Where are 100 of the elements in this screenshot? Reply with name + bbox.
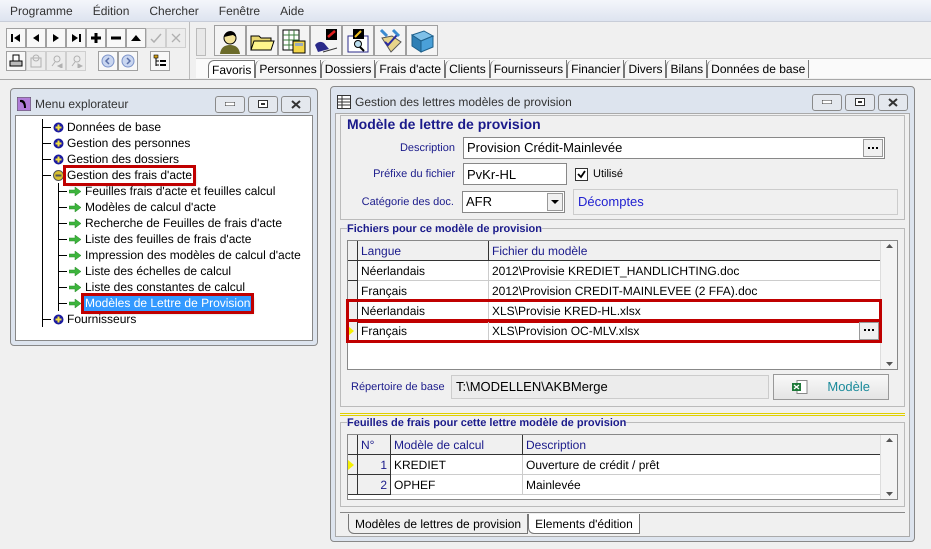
tree-item[interactable]: Gestion des dossiers [66,152,180,166]
group-title: Fichiers pour ce modèle de provision [347,222,542,236]
toolbar-button[interactable] [310,25,342,56]
field-label: Répertoire de base [350,380,446,395]
toolbar-button[interactable] [374,25,406,56]
bottom-tab[interactable]: Modèles de lettres de provision [348,514,528,534]
field-label: Description [398,140,456,156]
checkbox-label: Utilisé [593,166,623,182]
base-directory-field: T:\MODELLEN\AKBMerge [451,375,769,399]
toolbar-button[interactable] [6,28,26,48]
toolbar-button[interactable] [406,25,438,56]
collapse-icon[interactable] [53,170,64,180]
scrollbar[interactable] [880,241,897,369]
menu-item[interactable]: Édition [92,2,130,20]
current-row-icon [348,460,354,470]
maximize-button[interactable] [845,94,875,110]
table-cell-text: XLS\Provision OC-MLV.xlsx [491,322,640,340]
menu-item[interactable]: Fenêtre [218,2,260,20]
menu-item[interactable]: Chercher [149,2,199,20]
table-cell: OPHEF [391,475,523,495]
tree-item[interactable]: Fournisseurs [66,312,138,326]
close-button[interactable] [878,94,908,110]
close-icon [888,98,898,106]
bottom-tab[interactable]: Elements d'édition [528,514,640,534]
close-button[interactable] [281,96,311,112]
module-tab[interactable]: Données de base [707,60,810,78]
menu-item[interactable]: Aide [280,2,304,20]
tree-item[interactable]: Liste des constantes de calcul [84,280,246,294]
module-tab[interactable]: Fournisseurs [490,60,568,78]
toolbar-button[interactable] [46,28,66,48]
toolbar-button[interactable] [126,28,146,48]
maximize-button[interactable] [248,96,278,112]
toolbar-button[interactable] [150,51,170,71]
table-row[interactable]: Français 2012\Provision CREDIT-MAINLEVEE (2 FFA).doc [348,281,880,301]
spreadsheet-icon [792,380,808,394]
module-tab[interactable]: Personnes [255,60,321,78]
expand-icon[interactable] [53,138,64,148]
table-cell: Mainlevée [523,475,880,495]
model-button[interactable]: Modèle [773,374,889,400]
tree-item[interactable]: Données de base [66,120,162,134]
check-icon [149,31,163,45]
module-tab[interactable]: Dossiers [320,60,376,78]
module-tab[interactable]: Financier [567,60,624,78]
field-label: Préfixe du fichier [372,166,456,182]
tree-item[interactable]: Modèles de calcul d'acte [84,200,218,214]
table-row[interactable]: Néerlandais 2012\Provisie KREDIET_HANDLICHTING.doc [348,261,880,281]
module-tab[interactable]: Clients [445,60,490,78]
column-header[interactable]: N° [358,435,391,454]
toolbar-button[interactable] [6,51,26,71]
table-cell: Français [358,281,489,301]
prefix-field[interactable]: PvKr-HL [463,163,567,185]
tree-item[interactable]: Recherche de Feuilles de frais d'acte [84,216,284,230]
toolbar-button[interactable] [106,28,126,48]
ellipsis-button[interactable] [859,322,879,340]
description-field[interactable]: Provision Crédit-Mainlevée [463,137,885,159]
toolbar-button[interactable] [278,25,310,56]
tree-item[interactable]: Liste des feuilles de frais d'acte [84,232,252,246]
column-header[interactable]: Modèle de calcul [391,435,523,454]
tree-item[interactable]: Gestion des personnes [66,136,192,150]
menu-item[interactable]: Programme [10,2,73,20]
ellipsis-button[interactable] [863,139,883,157]
toolbar-scroll-handle[interactable] [196,28,206,56]
column-header[interactable]: Fichier du modèle [489,241,880,260]
annotated-row[interactable]: Français XLS\Provision OC-MLV.xlsx [348,321,880,341]
table-cell: Néerlandais [358,301,489,321]
tree-item[interactable]: Gestion des frais d'acte [66,168,194,182]
annotated-row[interactable]: Néerlandais XLS\Provisie KRED-HL.xlsx [348,301,880,321]
first-record-icon [9,31,23,45]
minimize-button[interactable] [812,94,842,110]
last-record-icon [69,31,83,45]
module-tab[interactable]: Divers [624,60,666,78]
expand-icon[interactable] [53,122,64,132]
toolbar-button[interactable] [342,25,374,56]
toolbar-button[interactable] [214,25,246,56]
toolbar-button[interactable] [66,28,86,48]
scrollbar[interactable] [880,435,897,499]
expand-icon[interactable] [53,154,64,164]
tree-item[interactable]: Liste des échelles de calcul [84,264,232,278]
tree-item[interactable]: Impression des modèles de calcul d'acte [84,248,302,262]
find-next-icon [69,54,83,68]
table-cell-text: 2012\Provision CREDIT-MAINLEVEE (2 FFA).doc [491,282,758,300]
toolbar-button[interactable] [246,25,278,56]
ellipsis-icon [868,146,878,150]
find-previous-icon [49,54,63,68]
category-dropdown[interactable]: AFR [462,191,566,213]
column-header[interactable]: Langue [358,241,489,260]
app-logo-icon [17,97,31,111]
used-checkbox[interactable] [575,168,588,180]
module-tab[interactable]: Favoris [208,60,256,78]
forward-circle-icon [121,54,135,68]
module-tab[interactable]: Frais d'acte [375,60,446,78]
module-tab[interactable]: Bilans [666,60,708,78]
restore-icon [855,98,865,106]
toolbar-button[interactable] [86,28,106,48]
expand-icon[interactable] [53,314,64,324]
toolbar-button[interactable] [26,28,46,48]
column-header[interactable]: Description [523,435,880,454]
table-cell: Français [358,321,489,341]
minimize-button[interactable] [215,96,245,112]
tree-item[interactable]: Feuilles frais d'acte et feuilles calcul [84,184,276,198]
